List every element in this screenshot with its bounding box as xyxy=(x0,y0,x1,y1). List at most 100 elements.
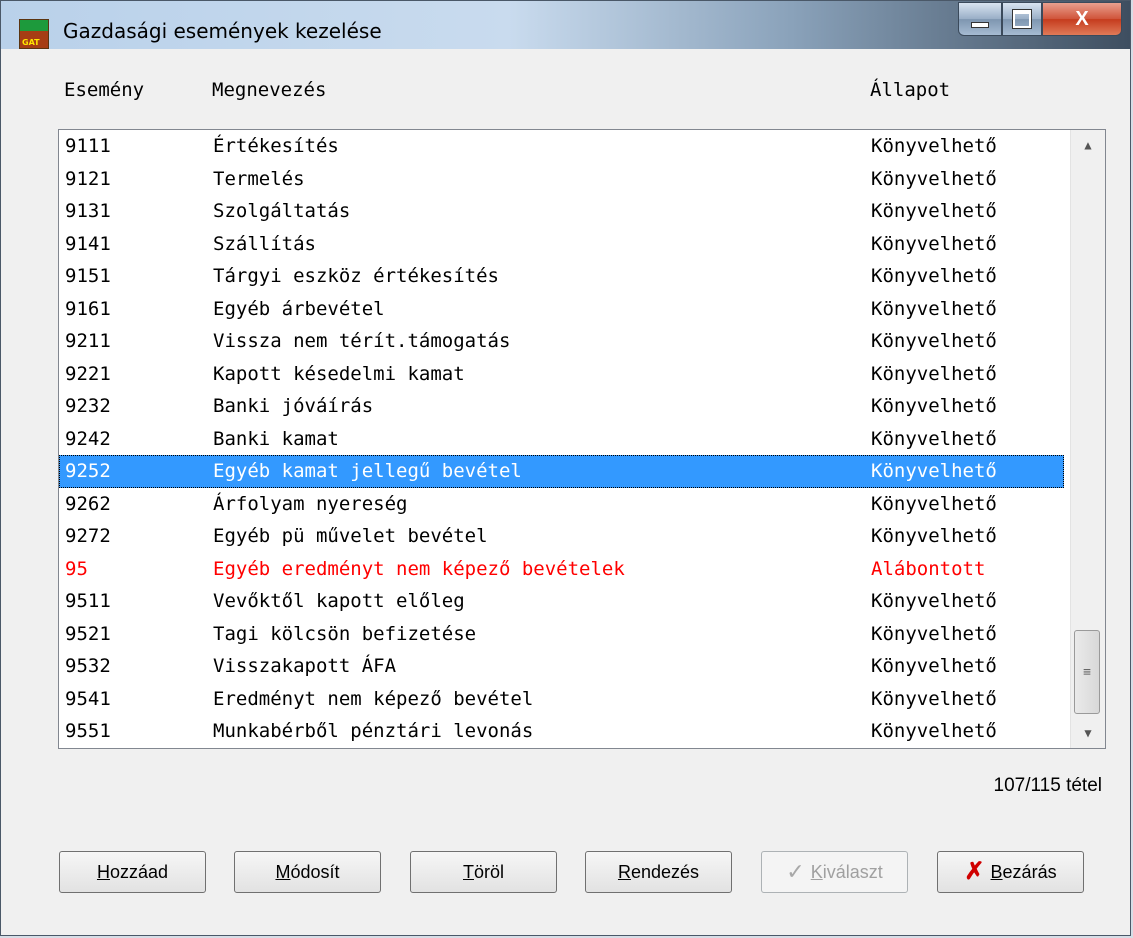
event-code: 9141 xyxy=(65,232,111,255)
grip-icon: ≡ xyxy=(1083,664,1091,680)
event-status: Könyvelhető xyxy=(871,687,997,710)
list-item[interactable]: 9521 Tagi kölcsön befizetése Könyvelhető xyxy=(59,618,1064,651)
event-code: 9121 xyxy=(65,167,111,190)
event-code: 9211 xyxy=(65,330,111,352)
event-status: Könyvelhető xyxy=(871,265,997,287)
list-item[interactable]: 9232 Banki jóváírás Könyvelhető xyxy=(59,390,1064,423)
app-logo-icon[interactable]: GAT xyxy=(19,19,49,49)
event-name: Banki jóváírás xyxy=(213,395,374,417)
event-name: Vissza nem térít.támogatás xyxy=(213,330,511,352)
title-bar[interactable]: GAT Gazdasági események kezelése X xyxy=(1,1,1130,49)
list-item[interactable]: 9242 Banki kamat Könyvelhető xyxy=(59,423,1064,456)
event-status: Könyvelhető xyxy=(871,167,997,190)
caption-buttons: X xyxy=(958,2,1122,36)
item-count: 107/115 tétel xyxy=(993,775,1102,796)
sort-button-label: Rendezés xyxy=(617,861,700,882)
event-status: Könyvelhető xyxy=(871,590,997,612)
column-header-event[interactable]: Esemény xyxy=(64,79,144,101)
event-code: 9532 xyxy=(65,655,111,677)
modify-button-label: Módosít xyxy=(275,861,340,882)
client-area: Esemény Megnevezés Állapot 9111 Értékesít… xyxy=(11,49,1120,925)
list-item[interactable]: 9211 Vissza nem térít.támogatás Könyvelhet… xyxy=(59,325,1064,358)
event-code: 9272 xyxy=(65,525,111,547)
list-item[interactable]: 9532 Visszakapott ÁFA Könyvelhető xyxy=(59,650,1064,683)
event-name: Kapott késedelmi kamat xyxy=(213,362,465,385)
event-status: Könyvelhető xyxy=(871,492,997,515)
column-header-name[interactable]: Megnevezés xyxy=(212,79,326,101)
event-code: 9161 xyxy=(65,297,111,320)
event-status: Könyvelhető xyxy=(871,362,997,385)
add-button[interactable]: Hozzáad xyxy=(59,851,206,893)
list-item[interactable]: 9541 Eredményt nem képező bevétel Könyvelh… xyxy=(59,683,1064,716)
list-item-selected[interactable]: 9252 Egyéb kamat jellegű bevétel Könyvelhe… xyxy=(59,455,1064,488)
event-name: Egyéb kamat jellegű bevétel xyxy=(213,460,522,482)
minimize-button[interactable] xyxy=(958,2,1002,36)
event-code: 9252 xyxy=(65,460,111,482)
event-status: Könyvelhető xyxy=(871,297,997,320)
events-list: 9111 Értékesítés Könyvelhető 9121 Termelés Kö… xyxy=(59,130,1064,748)
list-item[interactable]: 9221 Kapott késedelmi kamat Könyvelhető xyxy=(59,358,1064,391)
list-item[interactable]: 9161 Egyéb árbevétel Könyvelhető xyxy=(59,293,1064,326)
main-window: GAT Gazdasági események kezelése X Esemé… xyxy=(0,0,1131,936)
select-button-label: Kiválaszt xyxy=(810,861,883,882)
window-title: Gazdasági események kezelése xyxy=(63,19,382,43)
event-name: Tárgyi eszköz értékesítés xyxy=(213,265,499,287)
list-item[interactable]: 9551 Munkabérből pénztári levonás Könyvelh… xyxy=(59,715,1064,748)
event-name: Árfolyam nyereség xyxy=(213,492,408,515)
event-name: Egyéb pü művelet bevétel xyxy=(213,525,488,547)
event-name: Tagi kölcsön befizetése xyxy=(213,622,477,645)
event-status: Könyvelhető xyxy=(871,720,997,742)
event-name: Egyéb árbevétel xyxy=(213,297,385,320)
list-item[interactable]: 9262 Árfolyam nyereség Könyvelhető xyxy=(59,488,1064,521)
x-icon: ✗ xyxy=(964,858,985,885)
event-code: 95 xyxy=(65,557,88,580)
check-icon: ✓ xyxy=(786,859,805,884)
vertical-scrollbar[interactable]: ▲ ≡ ▼ xyxy=(1070,130,1105,748)
event-code: 9242 xyxy=(65,427,111,450)
event-status: Könyvelhető xyxy=(871,460,997,482)
event-status: Könyvelhető xyxy=(871,427,997,450)
event-status: Könyvelhető xyxy=(871,395,997,417)
event-name: Vevőktől kapott előleg xyxy=(213,590,465,612)
event-name: Eredményt nem képező bevétel xyxy=(213,687,534,710)
scroll-thumb[interactable]: ≡ xyxy=(1074,630,1100,714)
event-code: 9511 xyxy=(65,590,111,612)
maximize-button[interactable] xyxy=(1002,2,1042,36)
minimize-icon xyxy=(971,22,989,28)
list-item[interactable]: 9131 Szolgáltatás Könyvelhető xyxy=(59,195,1064,228)
event-code: 9521 xyxy=(65,622,111,645)
event-status: Könyvelhető xyxy=(871,200,997,222)
sort-button[interactable]: Rendezés xyxy=(585,851,732,893)
event-name: Értékesítés xyxy=(213,135,339,157)
event-status: Könyvelhető xyxy=(871,525,997,547)
event-status: Könyvelhető xyxy=(871,330,997,352)
event-name: Visszakapott ÁFA xyxy=(213,655,397,677)
list-item[interactable]: 9111 Értékesítés Könyvelhető xyxy=(59,130,1064,163)
event-status: Könyvelhető xyxy=(871,135,997,157)
list-item[interactable]: 9121 Termelés Könyvelhető xyxy=(59,163,1064,196)
event-code: 9551 xyxy=(65,720,111,742)
events-listbox[interactable]: 9111 Értékesítés Könyvelhető 9121 Termelés Kö… xyxy=(58,129,1106,749)
event-name: Termelés xyxy=(213,167,305,190)
delete-button[interactable]: Töröl xyxy=(410,851,557,893)
scroll-up-arrow-icon[interactable]: ▲ xyxy=(1071,130,1105,160)
column-header-status[interactable]: Állapot xyxy=(870,79,950,101)
event-status: Könyvelhető xyxy=(871,622,997,645)
scroll-down-arrow-icon[interactable]: ▼ xyxy=(1071,718,1105,748)
modify-button[interactable]: Módosít xyxy=(234,851,381,893)
event-code: 9541 xyxy=(65,687,111,710)
event-name: Banki kamat xyxy=(213,427,339,450)
event-code: 9131 xyxy=(65,200,111,222)
event-name: Szállítás xyxy=(213,232,316,255)
select-button[interactable]: ✓ Kiválaszt xyxy=(761,851,908,893)
close-window-button[interactable]: X xyxy=(1042,2,1122,36)
close-button-label: Bezárás xyxy=(990,861,1057,882)
list-item[interactable]: 9141 Szállítás Könyvelhető xyxy=(59,228,1064,261)
close-button[interactable]: ✗ Bezárás xyxy=(937,851,1084,893)
list-item[interactable]: 95 Egyéb eredményt nem képező bevételek Al… xyxy=(59,553,1064,586)
list-item[interactable]: 9151 Tárgyi eszköz értékesítés Könyvelhető xyxy=(59,260,1064,293)
add-button-label: Hozzáad xyxy=(96,861,169,882)
list-item[interactable]: 9272 Egyéb pü művelet bevétel Könyvelhető xyxy=(59,520,1064,553)
event-code: 9262 xyxy=(65,492,111,515)
list-item[interactable]: 9511 Vevőktől kapott előleg Könyvelhető xyxy=(59,585,1064,618)
